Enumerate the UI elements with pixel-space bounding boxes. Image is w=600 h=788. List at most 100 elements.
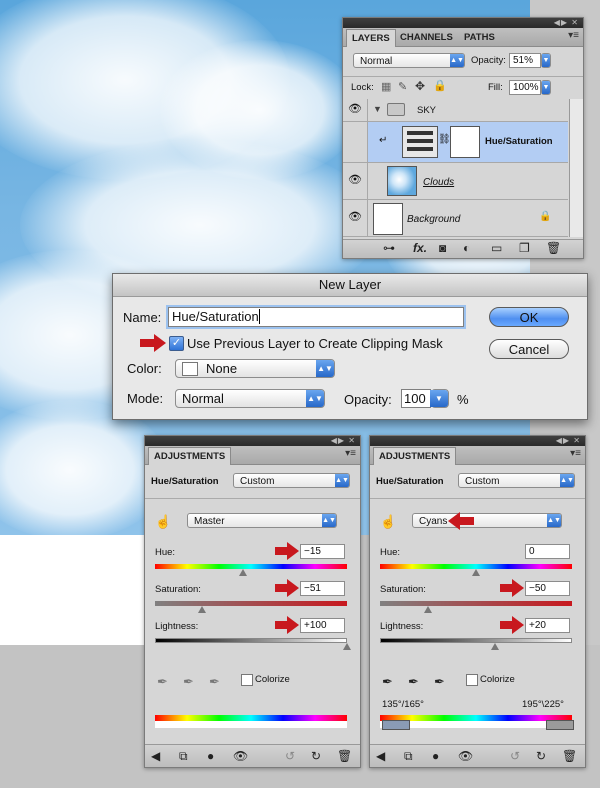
add-mask-icon[interactable]: ◙ bbox=[439, 241, 446, 255]
clip-checkbox-label[interactable]: Use Previous Layer to Create Clipping Ma… bbox=[187, 336, 443, 351]
targeted-adjustment-hand-icon[interactable]: ☝ bbox=[155, 514, 171, 530]
tab-layers[interactable]: LAYERS bbox=[346, 29, 396, 47]
clip-to-layer-icon[interactable]: ● bbox=[432, 749, 439, 763]
opacity-dropdown-arrow[interactable]: ▼ bbox=[541, 53, 551, 68]
ok-button[interactable]: OK bbox=[489, 307, 569, 327]
layer-row-group[interactable]: 👁 ▼ SKY bbox=[343, 99, 568, 122]
hue-slider-thumb[interactable] bbox=[238, 569, 247, 576]
chain-link-icon[interactable]: ⛓ bbox=[438, 134, 451, 145]
previous-state-icon[interactable]: ↺ bbox=[510, 749, 520, 763]
range-left-handle[interactable] bbox=[382, 720, 410, 730]
saturation-slider-thumb[interactable] bbox=[198, 606, 207, 613]
targeted-adjustment-hand-icon[interactable]: ☝ bbox=[380, 514, 396, 530]
visibility-eye-icon[interactable]: 👁 bbox=[458, 749, 473, 763]
lightness-input[interactable]: +20 bbox=[525, 618, 570, 633]
name-input[interactable]: Hue/Saturation bbox=[168, 307, 464, 327]
panel-menu-icon[interactable]: ▾≡ bbox=[570, 448, 581, 459]
layer-opacity-input[interactable]: 51% bbox=[509, 53, 541, 68]
eye-icon[interactable]: 👁 bbox=[347, 103, 363, 116]
new-group-icon[interactable]: ▭ bbox=[491, 241, 502, 255]
tab-channels[interactable]: CHANNELS bbox=[395, 29, 458, 46]
panel-menu-icon[interactable]: ▾≡ bbox=[345, 448, 356, 459]
layer-row-background[interactable]: 👁 Background 🔒 bbox=[343, 200, 568, 237]
tab-paths[interactable]: PATHS bbox=[459, 29, 500, 46]
expand-view-icon[interactable]: ⧉ bbox=[404, 749, 413, 764]
mode-select[interactable]: Normal ▲▼ bbox=[175, 389, 325, 408]
lightness-slider-track[interactable] bbox=[380, 638, 572, 643]
panel-menu-icon[interactable]: ▾≡ bbox=[568, 30, 579, 41]
new-adjustment-icon[interactable]: ◐ bbox=[463, 241, 470, 255]
eyedropper-plus-icon[interactable]: ✒ bbox=[183, 674, 194, 690]
reset-icon[interactable]: ↻ bbox=[311, 749, 321, 763]
fill-dropdown-arrow[interactable]: ▼ bbox=[541, 80, 551, 95]
reset-icon[interactable]: ↻ bbox=[536, 749, 546, 763]
link-layers-icon[interactable]: ⊶ bbox=[383, 241, 395, 255]
saturation-slider-thumb[interactable] bbox=[424, 606, 432, 613]
lightness-input[interactable]: +100 bbox=[300, 618, 345, 633]
trash-icon[interactable]: 🗑 bbox=[546, 241, 561, 255]
opacity-input[interactable]: 100 bbox=[401, 389, 431, 408]
tab-adjustments[interactable]: ADJUSTMENTS bbox=[148, 447, 232, 465]
layers-scrollbar[interactable] bbox=[569, 99, 583, 237]
cancel-button[interactable]: Cancel bbox=[489, 339, 569, 359]
previous-state-icon[interactable]: ↺ bbox=[285, 749, 295, 763]
saturation-input[interactable]: −51 bbox=[300, 581, 345, 596]
hue-input[interactable]: −15 bbox=[300, 544, 345, 559]
new-layer-icon[interactable]: ❐ bbox=[519, 241, 530, 255]
hue-slider-track[interactable] bbox=[155, 564, 347, 569]
collapse-icon[interactable]: ◀▶ ✕ bbox=[556, 436, 581, 446]
clip-checkbox[interactable]: ✓ bbox=[169, 336, 184, 351]
lightness-slider-thumb[interactable] bbox=[491, 643, 500, 650]
back-arrow-icon[interactable]: ◀ bbox=[376, 749, 385, 763]
panel-title-bar[interactable]: ◀▶ ✕ bbox=[145, 436, 360, 446]
color-select[interactable]: None ▲▼ bbox=[175, 359, 335, 378]
preset-select[interactable]: Custom ▲▼ bbox=[233, 473, 350, 488]
back-arrow-icon[interactable]: ◀ bbox=[151, 749, 160, 763]
lock-all-icon[interactable]: 🔒 bbox=[433, 79, 447, 92]
blend-mode-select[interactable]: Normal ▲▼ bbox=[353, 53, 465, 68]
eyedropper-plus-icon[interactable]: ✒ bbox=[408, 674, 419, 690]
eye-icon[interactable]: 👁 bbox=[347, 174, 363, 187]
expand-view-icon[interactable]: ⧉ bbox=[179, 749, 188, 764]
eyedropper-minus-icon[interactable]: ✒ bbox=[434, 674, 445, 690]
channel-select[interactable]: Master ▲▼ bbox=[187, 513, 337, 528]
panel-title-bar[interactable]: ◀▶ ✕ bbox=[370, 436, 585, 446]
layer-style-icon[interactable]: fx. bbox=[413, 241, 427, 255]
panel-title-bar[interactable]: ◀▶ ✕ bbox=[343, 18, 583, 28]
opacity-dropdown-arrow[interactable]: ▼ bbox=[430, 389, 449, 408]
fill-input[interactable]: 100% bbox=[509, 80, 541, 95]
preset-select[interactable]: Custom ▲▼ bbox=[458, 473, 575, 488]
lock-transparency-icon[interactable]: ▦ bbox=[381, 80, 391, 93]
trash-icon[interactable]: 🗑 bbox=[562, 749, 577, 763]
clip-to-layer-icon[interactable]: ● bbox=[207, 749, 214, 763]
saturation-input[interactable]: −50 bbox=[525, 581, 570, 596]
colorize-label[interactable]: Colorize bbox=[255, 674, 290, 685]
eyedropper-minus-icon[interactable]: ✒ bbox=[209, 674, 220, 690]
layer-row-hue-saturation[interactable]: ↵ ⛓ Hue/Saturation bbox=[343, 122, 568, 163]
colorize-label[interactable]: Colorize bbox=[480, 674, 515, 685]
saturation-slider-track[interactable] bbox=[155, 601, 347, 606]
eye-icon[interactable]: 👁 bbox=[347, 211, 363, 224]
tab-adjustments[interactable]: ADJUSTMENTS bbox=[373, 447, 457, 465]
saturation-slider-track[interactable] bbox=[380, 601, 572, 606]
lock-move-icon[interactable]: ✥ bbox=[415, 79, 425, 93]
layer-mask-thumbnail[interactable] bbox=[450, 126, 480, 158]
channel-select[interactable]: Cyans ▲▼ bbox=[412, 513, 562, 528]
layer-row-clouds[interactable]: 👁 Clouds bbox=[343, 163, 568, 200]
colorize-checkbox[interactable] bbox=[466, 674, 478, 686]
lightness-slider-track[interactable] bbox=[155, 638, 347, 643]
range-right-handle[interactable] bbox=[546, 720, 574, 730]
hue-slider-thumb[interactable] bbox=[472, 569, 480, 576]
eyedropper-icon[interactable]: ✒ bbox=[157, 674, 168, 690]
eyedropper-icon[interactable]: ✒ bbox=[382, 674, 393, 690]
colorize-checkbox[interactable] bbox=[241, 674, 253, 686]
collapse-icon[interactable]: ◀▶ ✕ bbox=[331, 436, 356, 446]
lightness-slider-thumb[interactable] bbox=[343, 643, 351, 650]
hue-input[interactable]: 0 bbox=[525, 544, 570, 559]
collapse-icon[interactable]: ◀▶ ✕ bbox=[554, 18, 579, 28]
visibility-eye-icon[interactable]: 👁 bbox=[233, 749, 248, 763]
disclosure-triangle-icon[interactable]: ▼ bbox=[373, 104, 382, 114]
range-bar-bottom[interactable] bbox=[155, 721, 347, 728]
trash-icon[interactable]: 🗑 bbox=[337, 749, 352, 763]
lock-brush-icon[interactable]: ✎ bbox=[398, 80, 407, 93]
